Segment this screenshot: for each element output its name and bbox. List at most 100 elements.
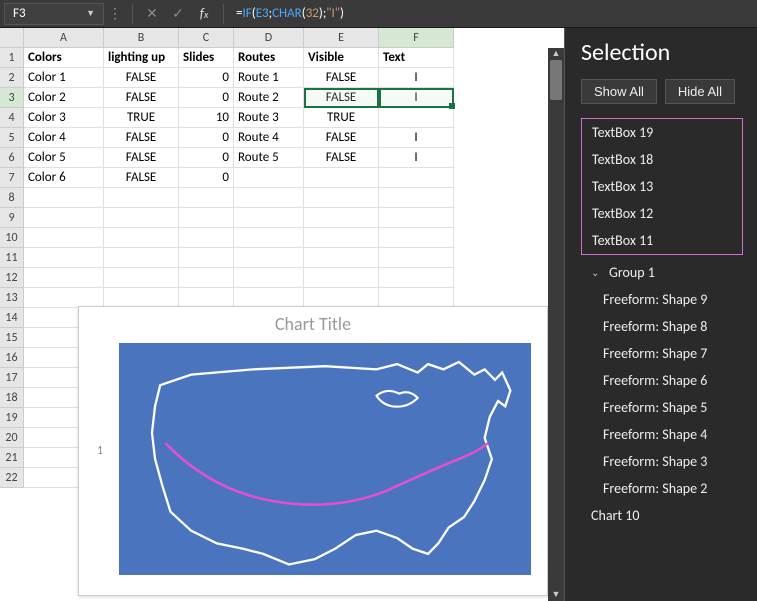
selection-item[interactable]: Freeform: Shape 5 bbox=[581, 394, 743, 421]
scroll-up-icon[interactable]: ▲ bbox=[548, 48, 564, 60]
row-header-2[interactable]: 2 bbox=[0, 68, 24, 88]
selection-item[interactable]: TextBox 18 bbox=[582, 146, 742, 173]
accept-formula-icon[interactable]: ✓ bbox=[165, 5, 191, 22]
cell[interactable] bbox=[379, 288, 454, 308]
show-all-button[interactable]: Show All bbox=[581, 79, 657, 104]
cell[interactable] bbox=[24, 228, 104, 248]
selection-item[interactable]: Freeform: Shape 7 bbox=[581, 340, 743, 367]
row-header-12[interactable]: 12 bbox=[0, 268, 24, 288]
cell[interactable]: 0 bbox=[179, 148, 234, 168]
cell[interactable] bbox=[104, 248, 179, 268]
vertical-scrollbar[interactable]: ▲ ▼ bbox=[548, 48, 564, 601]
cell[interactable]: 0 bbox=[179, 168, 234, 188]
cell[interactable]: 0 bbox=[179, 88, 234, 108]
selection-item[interactable]: Freeform: Shape 4 bbox=[581, 421, 743, 448]
cell[interactable] bbox=[379, 168, 454, 188]
name-box[interactable]: F3 ▼ bbox=[4, 3, 104, 25]
cell[interactable] bbox=[179, 188, 234, 208]
cell[interactable] bbox=[379, 248, 454, 268]
cell[interactable]: I bbox=[379, 68, 454, 88]
cell[interactable]: Color 4 bbox=[24, 128, 104, 148]
cell[interactable]: 10 bbox=[179, 108, 234, 128]
cell[interactable]: Route 5 bbox=[234, 148, 304, 168]
col-header-c[interactable]: C bbox=[179, 28, 234, 48]
row-header-10[interactable]: 10 bbox=[0, 228, 24, 248]
cell[interactable] bbox=[304, 228, 379, 248]
cell[interactable]: Color 2 bbox=[24, 88, 104, 108]
cell[interactable] bbox=[379, 268, 454, 288]
cell[interactable] bbox=[179, 228, 234, 248]
cell[interactable] bbox=[379, 208, 454, 228]
cell[interactable] bbox=[379, 188, 454, 208]
cell[interactable]: I bbox=[379, 148, 454, 168]
selection-item[interactable]: TextBox 11 bbox=[582, 227, 742, 254]
header-cell[interactable]: Colors bbox=[24, 48, 104, 68]
cell[interactable]: Route 4 bbox=[234, 128, 304, 148]
cell[interactable] bbox=[234, 288, 304, 308]
cell[interactable] bbox=[24, 268, 104, 288]
selection-item[interactable]: Freeform: Shape 8 bbox=[581, 313, 743, 340]
cell[interactable]: 0 bbox=[179, 128, 234, 148]
cell[interactable] bbox=[104, 228, 179, 248]
cell[interactable] bbox=[104, 268, 179, 288]
cell[interactable]: FALSE bbox=[104, 168, 179, 188]
cell[interactable]: FALSE bbox=[304, 68, 379, 88]
row-header-1[interactable]: 1 bbox=[0, 48, 24, 68]
cell[interactable]: FALSE bbox=[104, 148, 179, 168]
header-cell[interactable]: Text bbox=[379, 48, 454, 68]
cell[interactable] bbox=[379, 228, 454, 248]
cell[interactable]: FALSE bbox=[304, 148, 379, 168]
row-header-18[interactable]: 18 bbox=[0, 388, 24, 408]
cell[interactable] bbox=[304, 168, 379, 188]
row-header-8[interactable]: 8 bbox=[0, 188, 24, 208]
cell[interactable]: FALSE bbox=[104, 88, 179, 108]
cell[interactable] bbox=[24, 188, 104, 208]
cell[interactable]: I bbox=[379, 88, 454, 108]
cell[interactable]: Route 2 bbox=[234, 88, 304, 108]
cell[interactable]: FALSE bbox=[304, 88, 379, 108]
row-header-19[interactable]: 19 bbox=[0, 408, 24, 428]
cell[interactable]: TRUE bbox=[304, 108, 379, 128]
cell[interactable] bbox=[104, 288, 179, 308]
cell[interactable] bbox=[24, 288, 104, 308]
row-header-14[interactable]: 14 bbox=[0, 308, 24, 328]
formula-input[interactable]: =IF(E3;CHAR(32);"I") bbox=[230, 6, 757, 21]
cell[interactable] bbox=[104, 188, 179, 208]
fx-icon[interactable]: fx bbox=[191, 5, 217, 22]
row-header-21[interactable]: 21 bbox=[0, 448, 24, 468]
cell[interactable] bbox=[234, 188, 304, 208]
cell[interactable] bbox=[104, 208, 179, 228]
hide-all-button[interactable]: Hide All bbox=[665, 79, 735, 104]
cell[interactable]: 0 bbox=[179, 68, 234, 88]
cell[interactable] bbox=[179, 208, 234, 228]
row-header-20[interactable]: 20 bbox=[0, 428, 24, 448]
row-header-6[interactable]: 6 bbox=[0, 148, 24, 168]
cell[interactable]: Route 3 bbox=[234, 108, 304, 128]
selection-item[interactable]: TextBox 19 bbox=[582, 119, 742, 146]
selection-item[interactable]: Freeform: Shape 2 bbox=[581, 475, 743, 502]
header-cell[interactable]: Routes bbox=[234, 48, 304, 68]
header-cell[interactable]: Slides bbox=[179, 48, 234, 68]
cell[interactable] bbox=[304, 208, 379, 228]
col-header-e[interactable]: E bbox=[304, 28, 379, 48]
row-header-11[interactable]: 11 bbox=[0, 248, 24, 268]
scroll-down-icon[interactable]: ▼ bbox=[548, 589, 564, 601]
col-header-f[interactable]: F bbox=[379, 28, 454, 48]
row-header-5[interactable]: 5 bbox=[0, 128, 24, 148]
cancel-formula-icon[interactable]: ✕ bbox=[139, 5, 165, 22]
row-header-9[interactable]: 9 bbox=[0, 208, 24, 228]
spreadsheet-grid[interactable]: A B C D E F 1234567891011121314151617181… bbox=[0, 28, 565, 601]
cell[interactable] bbox=[304, 268, 379, 288]
cell[interactable] bbox=[179, 268, 234, 288]
cell[interactable]: FALSE bbox=[104, 128, 179, 148]
selection-item[interactable]: Freeform: Shape 3 bbox=[581, 448, 743, 475]
cell[interactable] bbox=[234, 168, 304, 188]
embedded-chart[interactable]: Chart Title 1 bbox=[78, 306, 548, 596]
cell[interactable]: Color 1 bbox=[24, 68, 104, 88]
cell[interactable]: FALSE bbox=[304, 128, 379, 148]
selection-item[interactable]: TextBox 12 bbox=[582, 200, 742, 227]
header-cell[interactable]: lighting up bbox=[104, 48, 179, 68]
cell[interactable]: Color 3 bbox=[24, 108, 104, 128]
cell[interactable]: TRUE bbox=[104, 108, 179, 128]
selection-item[interactable]: Freeform: Shape 6 bbox=[581, 367, 743, 394]
